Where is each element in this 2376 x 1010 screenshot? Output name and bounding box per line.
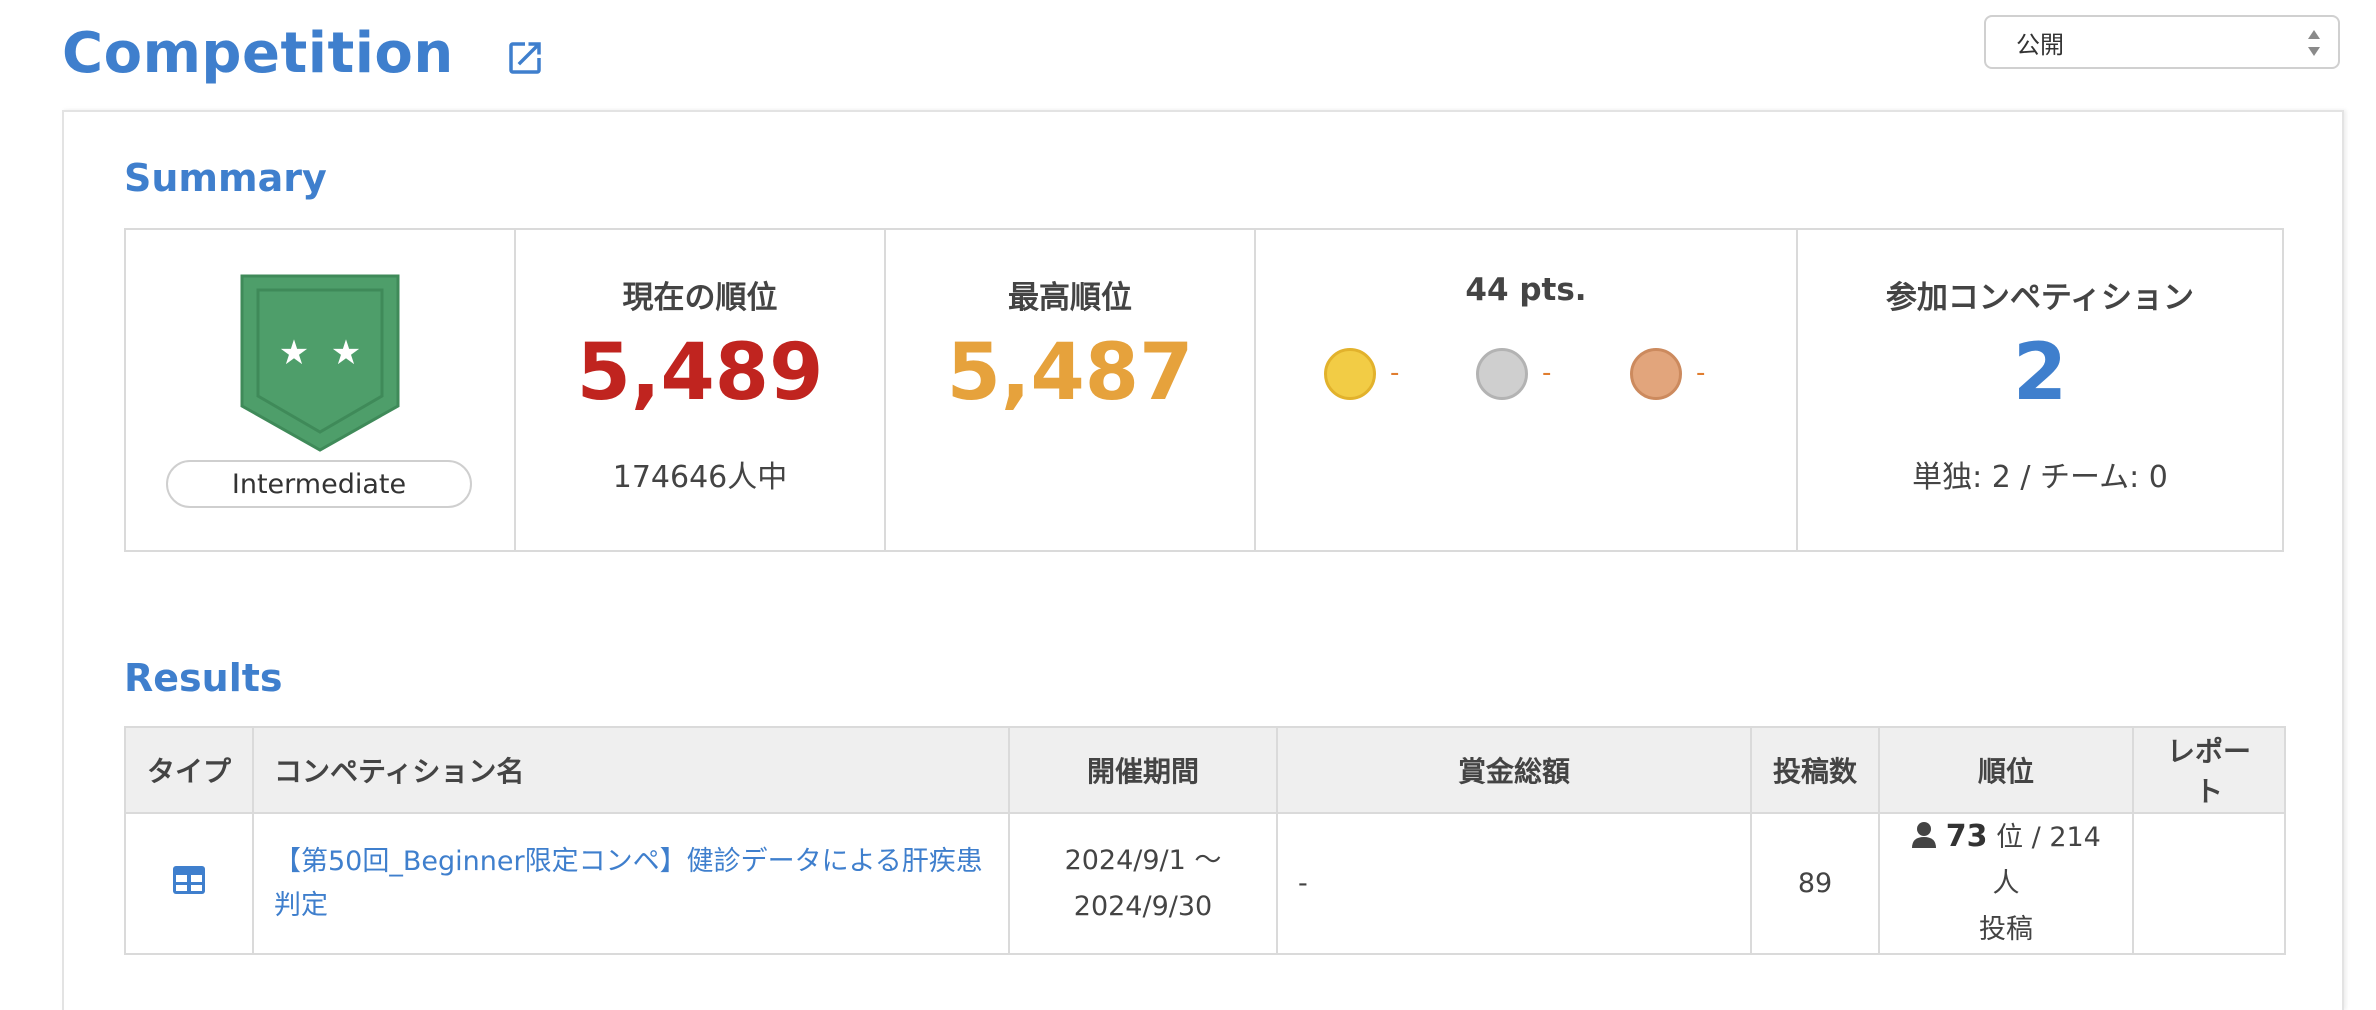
best-rank-label: 最高順位 (1008, 280, 1132, 316)
rank-cell: 73 位 / 214人 投稿 (1878, 812, 2134, 955)
page-title: Competition (62, 20, 454, 86)
points-label: 44 pts. (1465, 272, 1587, 308)
period-cell: 2024/9/1 ～ 2024/9/30 (1008, 812, 1278, 955)
table-grid-icon (173, 866, 205, 894)
rank-value: 73 (1945, 819, 1988, 854)
competitions-cell: 参加コンペティション 2 単独: 2 / チーム: 0 (1798, 230, 2282, 550)
external-link-icon[interactable] (504, 37, 546, 79)
svg-text:★: ★ (331, 333, 361, 373)
select-arrows-icon (2308, 30, 2320, 56)
summary-panel: ★ ★ Intermediate 現在の順位 5,489 174646人中 最高… (124, 228, 2284, 552)
competitions-count: 2 (2012, 328, 2068, 418)
col-rank: 順位 (1878, 726, 2134, 814)
competitions-label: 参加コンペティション (1885, 280, 2195, 316)
best-rank-cell: 最高順位 5,487 (886, 230, 1256, 550)
current-rank-total: 174646人中 (612, 460, 788, 495)
silver-medal-icon (1476, 348, 1528, 400)
col-period: 開催期間 (1008, 726, 1278, 814)
visibility-select[interactable]: 公開 (1984, 15, 2340, 69)
tier-cell: ★ ★ Intermediate (126, 230, 516, 550)
period-end: 2024/9/30 (1073, 890, 1213, 922)
submissions-cell: 89 (1750, 812, 1880, 955)
bronze-medal-count: - (1696, 358, 1706, 388)
best-rank-value: 5,487 (946, 328, 1194, 418)
results-header-row: タイプ コンペティション名 開催期間 賞金総額 投稿数 順位 レポート (124, 726, 2286, 814)
col-report: レポート (2132, 726, 2286, 814)
results-title: Results (124, 656, 283, 700)
competition-link[interactable]: 【第50回_Beginner限定コンペ】健診データによる肝疾患判定 (274, 846, 983, 921)
table-row: 【第50回_Beginner限定コンペ】健診データによる肝疾患判定 2024/9… (124, 812, 2286, 955)
tier-label: Intermediate (166, 460, 472, 508)
medal-row: - - - (1256, 348, 1796, 408)
col-name: コンペティション名 (252, 726, 1010, 814)
rank-suffix: 投稿 (1979, 914, 2033, 945)
summary-title: Summary (124, 156, 327, 200)
current-rank-label: 現在の順位 (622, 280, 778, 316)
period-start: 2024/9/1 ～ (1064, 844, 1222, 876)
competition-page: Competition 公開 Summary ★ ★ Intermediate (0, 0, 2376, 1010)
page-header: Competition (62, 18, 546, 88)
visibility-select-value: 公開 (2016, 30, 2064, 59)
current-rank-value: 5,489 (576, 328, 824, 418)
competitions-breakdown: 単独: 2 / チーム: 0 (1912, 460, 2168, 495)
competition-name-cell: 【第50回_Beginner限定コンペ】健診データによる肝疾患判定 (252, 812, 1010, 955)
tier-shield-two-stars-icon: ★ ★ (240, 274, 400, 452)
col-submissions: 投稿数 (1750, 726, 1880, 814)
profile-card: Summary ★ ★ Intermediate 現在の順位 5,489 174… (62, 110, 2344, 1010)
col-type: タイプ (124, 726, 254, 814)
report-cell (2132, 812, 2286, 955)
svg-text:★: ★ (279, 333, 309, 373)
gold-medal-count: - (1390, 358, 1400, 388)
prize-cell: - (1276, 812, 1752, 955)
col-prize: 賞金総額 (1276, 726, 1752, 814)
gold-medal-icon (1324, 348, 1376, 400)
user-icon (1912, 822, 1937, 848)
type-cell (124, 812, 254, 955)
bronze-medal-icon (1630, 348, 1682, 400)
results-table: タイプ コンペティション名 開催期間 賞金総額 投稿数 順位 レポート 【第50… (124, 726, 2286, 955)
points-cell: 44 pts. - - - (1256, 230, 1798, 550)
current-rank-cell: 現在の順位 5,489 174646人中 (516, 230, 886, 550)
silver-medal-count: - (1542, 358, 1552, 388)
rank-unit: 位 / 214人 (1992, 822, 2101, 899)
